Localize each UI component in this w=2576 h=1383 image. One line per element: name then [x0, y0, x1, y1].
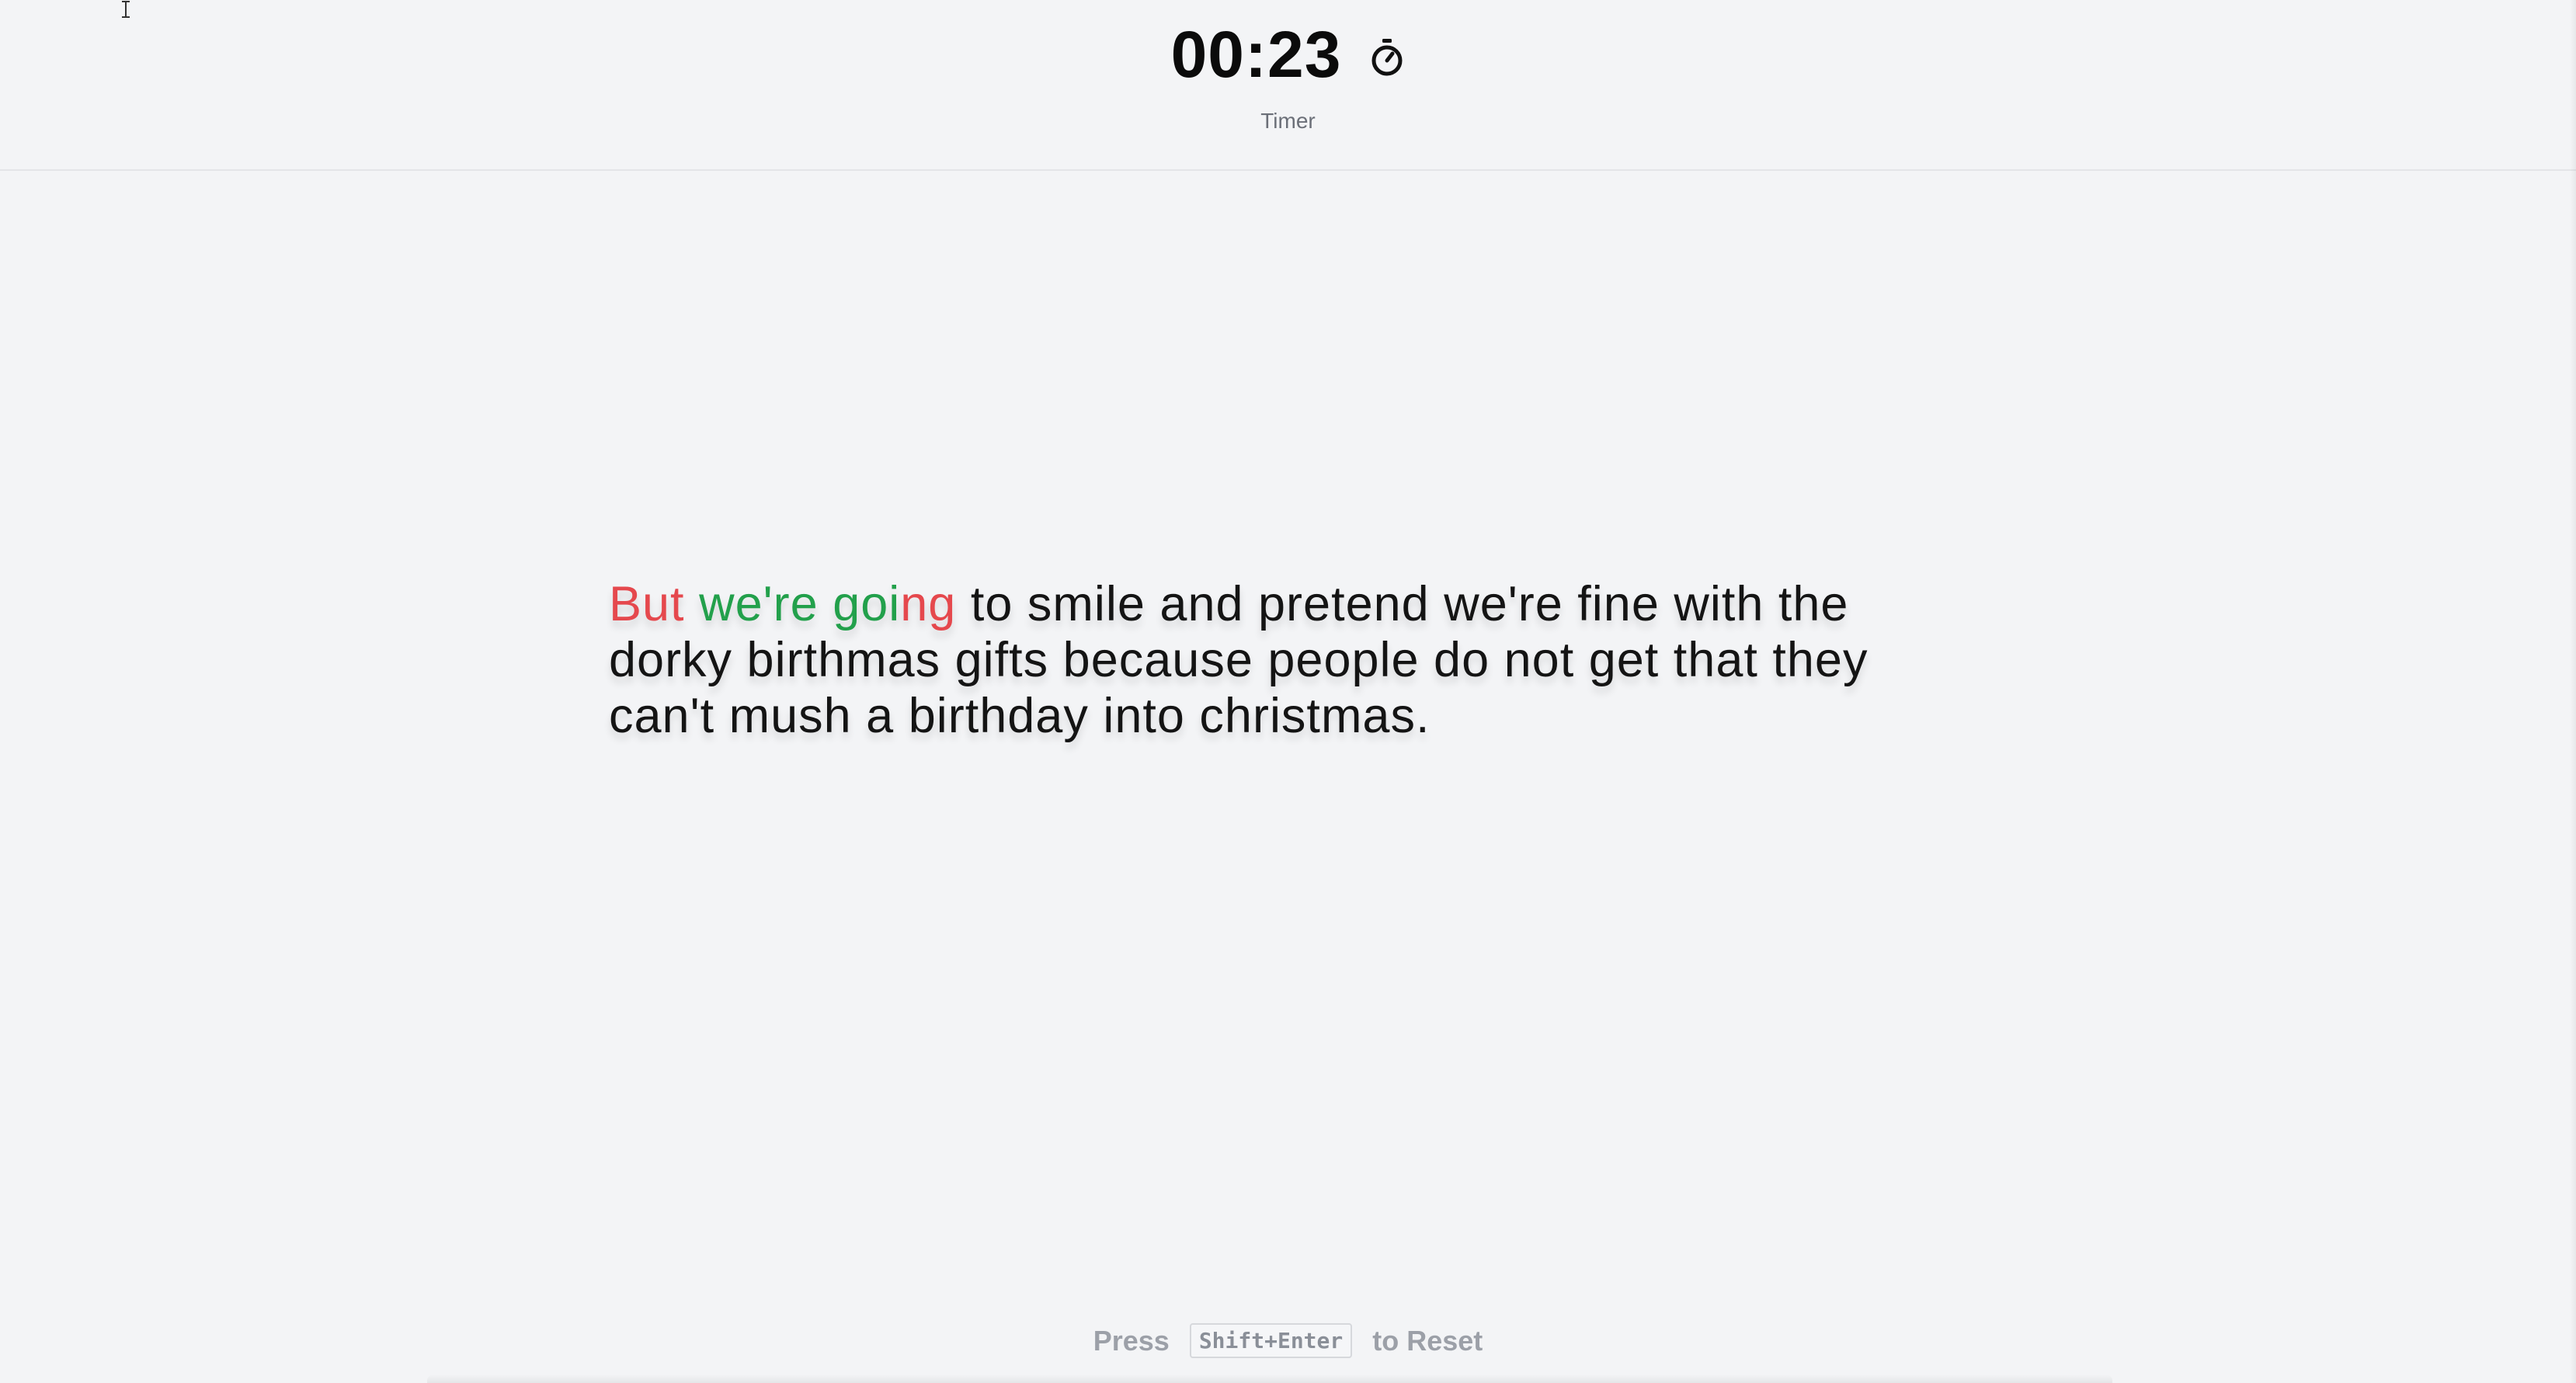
- timer-label: Timer: [1260, 109, 1316, 133]
- timer-value: 00:23: [1170, 18, 1342, 91]
- header-bar: 00:23 Timer: [0, 0, 2576, 171]
- passage-segment-pending: [819, 577, 833, 631]
- typing-passage[interactable]: But we're going to smile and pretend we'…: [609, 576, 1976, 744]
- scroll-edge: [2570, 0, 2576, 1383]
- passage-segment-pending: [685, 577, 700, 631]
- reset-hint-press: Press: [1093, 1324, 1170, 1357]
- reset-hint-action: to Reset: [1372, 1324, 1483, 1357]
- text-cursor-icon: [122, 1, 130, 18]
- passage-segment-wrong: ng: [900, 577, 957, 631]
- stopwatch-icon: [1371, 39, 1403, 76]
- passage-segment-wrong: But: [609, 577, 685, 631]
- reset-hint: Press Shift+Enter to Reset: [0, 1323, 2576, 1358]
- timer: 00:23: [0, 22, 2576, 87]
- passage-segment-correct: we're: [699, 577, 819, 631]
- shortcut-key: Shift+Enter: [1189, 1323, 1353, 1358]
- passage-segment-correct: goi: [833, 577, 901, 631]
- bottom-panel-edge: [427, 1374, 2112, 1383]
